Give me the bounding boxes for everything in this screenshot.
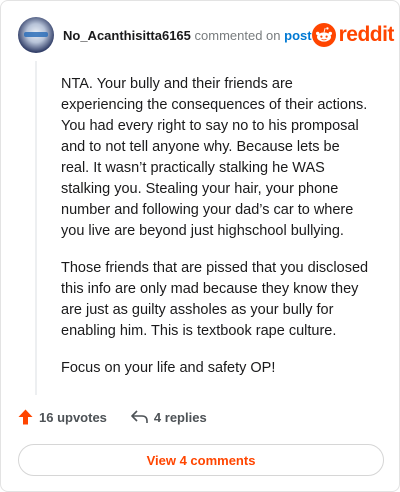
reply-arrow-icon bbox=[131, 410, 148, 423]
commented-on-text: commented on bbox=[194, 27, 281, 43]
view-comments-button[interactable]: View 4 comments bbox=[18, 444, 384, 476]
comment-meta: No_Acanthisitta6165 commented on post bbox=[63, 28, 312, 43]
reply-button[interactable]: 4 replies bbox=[131, 410, 207, 425]
comment-paragraph: Focus on your life and safety OP! bbox=[61, 360, 276, 376]
thread-line[interactable] bbox=[35, 61, 37, 395]
reddit-wordmark: reddit bbox=[338, 23, 395, 46]
upvote-count: 16 upvotes bbox=[39, 409, 107, 425]
upvote-button[interactable]: 16 upvotes bbox=[18, 409, 107, 425]
post-link[interactable]: post bbox=[284, 28, 311, 43]
reply-count: 4 replies bbox=[153, 409, 207, 425]
reddit-snoo-icon bbox=[311, 23, 336, 47]
comment-actions: 16 upvotes 4 replies bbox=[18, 409, 207, 425]
comment-card: No_Acanthisitta6165 commented on post re… bbox=[0, 0, 400, 492]
username-link[interactable]: No_Acanthisitta6165 bbox=[63, 28, 191, 43]
reddit-logo[interactable]: reddit bbox=[311, 23, 395, 47]
comment-header: No_Acanthisitta6165 commented on post re… bbox=[18, 17, 394, 53]
comment-paragraph: Those friends that are pissed that you d… bbox=[61, 260, 369, 339]
upvote-arrow-icon bbox=[18, 409, 33, 425]
comment-paragraph: NTA. Your bully and their friends are ex… bbox=[61, 76, 368, 239]
user-avatar[interactable] bbox=[18, 17, 54, 53]
comment-body: NTA. Your bully and their friends are ex… bbox=[61, 74, 371, 395]
